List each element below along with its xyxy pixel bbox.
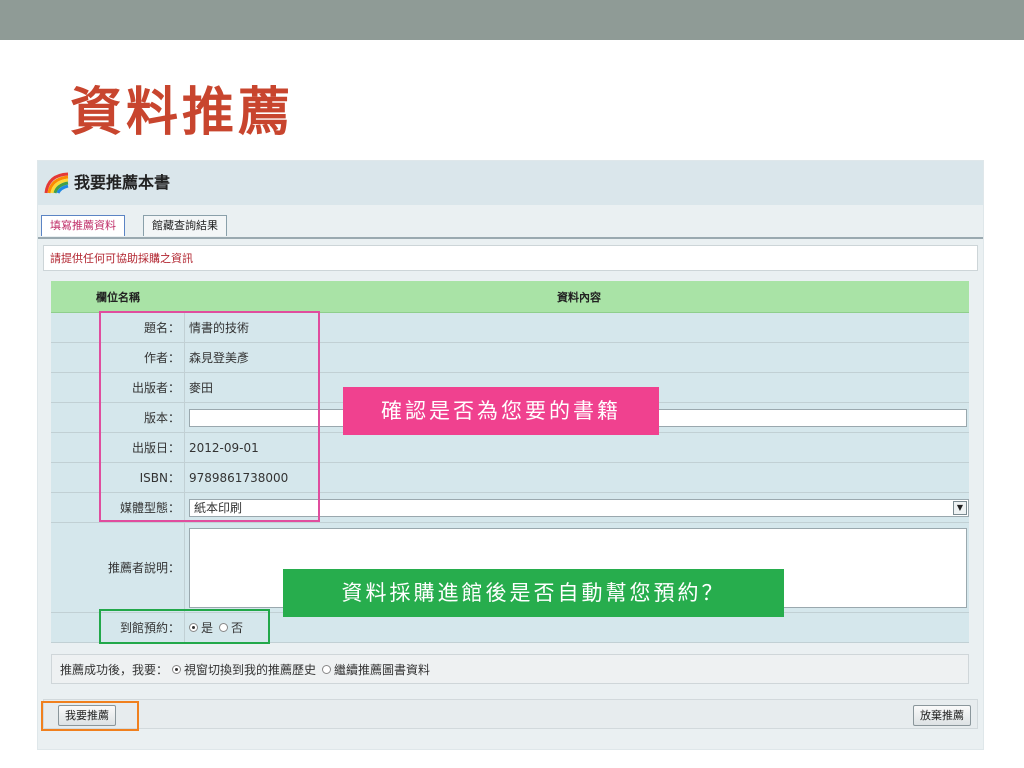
reserve-label: 到館預約： (51, 613, 185, 642)
panel-header: 我要推薦本書 (38, 161, 983, 205)
slide-top-bar (0, 0, 1024, 40)
switch-history-radio[interactable]: 視窗切換到我的推薦歷史 (172, 661, 316, 678)
slide-title: 資料推薦 (70, 82, 295, 143)
reserve-yes-radio[interactable]: 是 (189, 619, 213, 636)
submit-recommend-button[interactable]: 我要推薦 (58, 705, 116, 726)
form-header-row: 欄位名稱 資料內容 (51, 281, 969, 313)
recommend-panel: 我要推薦本書 填寫推薦資料 館藏查詢結果 請提供任何可協助採購之資訊 欄位名稱 … (37, 160, 984, 750)
row-media-type: 媒體型態： 紙本印刷 ▼ (51, 493, 969, 523)
row-reserve: 到館預約： 是 否 (51, 613, 969, 643)
author-label: 作者： (51, 343, 185, 372)
radio-unselected-icon (219, 623, 229, 632)
title-label: 題名： (51, 313, 185, 342)
publisher-label: 出版者： (51, 373, 185, 402)
continue-recommend-label: 繼續推薦圖書資料 (334, 662, 431, 677)
reserve-no-label: 否 (231, 621, 244, 635)
tab-holdings-results[interactable]: 館藏查詢結果 (143, 215, 227, 236)
isbn-label: ISBN： (51, 463, 185, 492)
reserve-yes-label: 是 (201, 621, 214, 635)
rainbow-icon (44, 172, 69, 194)
media-type-label: 媒體型態： (51, 493, 185, 522)
auto-reserve-callout: 資料採購進館後是否自動幫您預約？ (283, 569, 784, 617)
value-col-header: 資料內容 (557, 290, 601, 304)
edition-label: 版本： (51, 403, 185, 432)
title-value: 情書的技術 (189, 321, 250, 335)
after-success-label: 推薦成功後，我要： (60, 662, 169, 677)
pub-date-value: 2012-09-01 (189, 440, 259, 455)
media-type-select[interactable]: 紙本印刷 ▼ (189, 498, 969, 517)
radio-selected-icon (189, 623, 198, 632)
row-title: 題名： 情書的技術 (51, 313, 969, 343)
chevron-down-icon[interactable]: ▼ (953, 500, 967, 515)
isbn-value: 9789861738000 (189, 470, 289, 485)
row-pub-date: 出版日： 2012-09-01 (51, 433, 969, 463)
radio-unselected-icon (322, 664, 332, 674)
reserve-no-radio[interactable]: 否 (219, 619, 243, 636)
switch-history-label: 視窗切換到我的推薦歷史 (184, 662, 317, 677)
row-isbn: ISBN： 9789861738000 (51, 463, 969, 493)
button-bar: 我要推薦 放棄推薦 (43, 699, 978, 729)
confirm-book-callout: 確認是否為您要的書籍 (343, 387, 659, 435)
panel-title: 我要推薦本書 (74, 173, 171, 192)
pub-date-label: 出版日： (51, 433, 185, 462)
media-type-selected: 紙本印刷 (194, 500, 243, 515)
radio-selected-icon (172, 664, 182, 674)
tab-fill-recommendation[interactable]: 填寫推薦資料 (41, 215, 125, 236)
row-author: 作者： 森見登美彥 (51, 343, 969, 373)
field-col-header: 欄位名稱 (96, 290, 140, 304)
tab-bar: 填寫推薦資料 館藏查詢結果 (38, 213, 983, 239)
continue-recommend-radio[interactable]: 繼續推薦圖書資料 (322, 661, 430, 678)
after-success-row: 推薦成功後，我要： 視窗切換到我的推薦歷史 繼續推薦圖書資料 (51, 654, 969, 684)
give-up-button[interactable]: 放棄推薦 (913, 705, 971, 726)
author-value: 森見登美彥 (189, 351, 250, 365)
notice-text: 請提供任何可協助採購之資訊 (43, 245, 978, 271)
reason-label: 推薦者說明： (51, 523, 185, 612)
